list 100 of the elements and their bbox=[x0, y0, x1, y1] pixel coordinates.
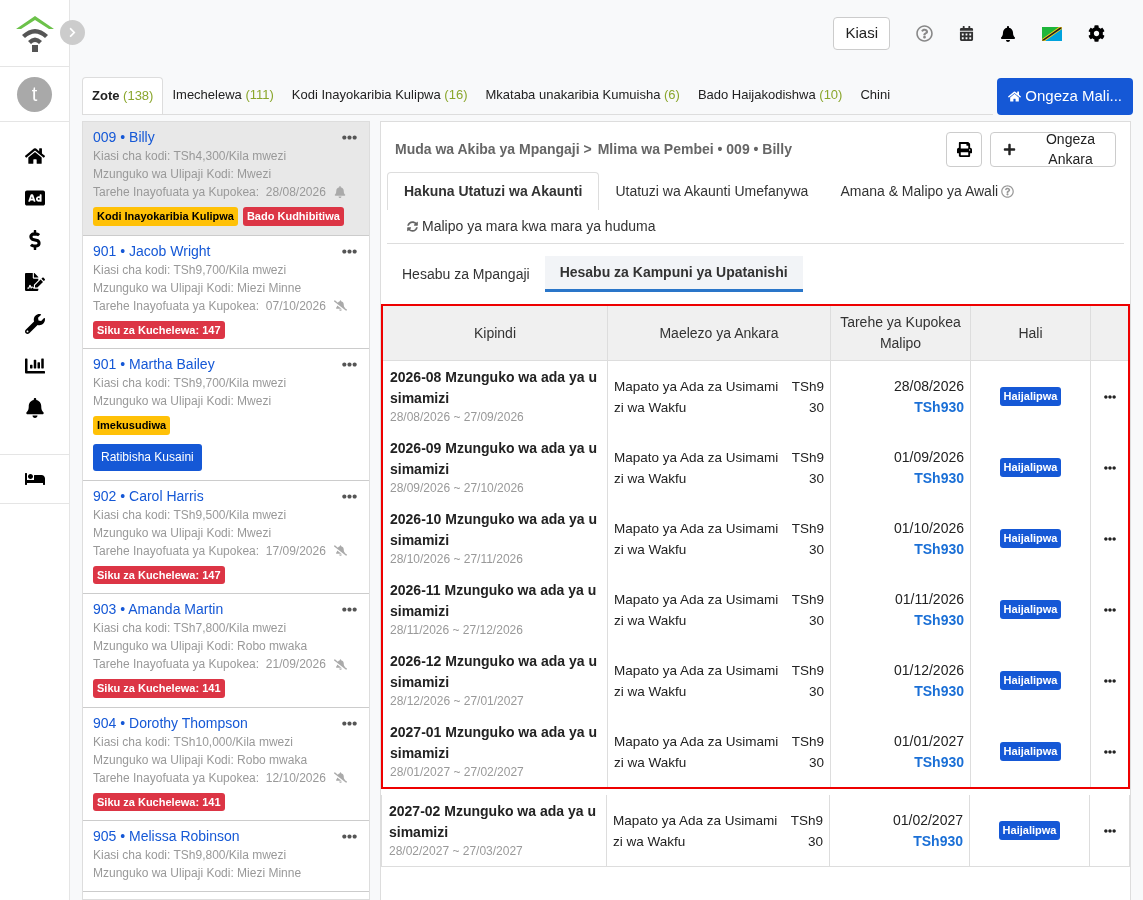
plus-icon bbox=[1003, 142, 1016, 156]
property-title[interactable]: 901 • Martha Bailey bbox=[93, 354, 359, 374]
filter-tab[interactable]: Zote (138) bbox=[82, 77, 164, 114]
logo-icon bbox=[14, 13, 56, 53]
column-header: Hali bbox=[1018, 323, 1043, 343]
balance-amount[interactable]: TSh930 bbox=[914, 467, 964, 489]
property-title[interactable]: 903 • Amanda Martin bbox=[93, 599, 359, 619]
filter-tab[interactable]: Chini bbox=[851, 77, 900, 114]
property-detail: Mzunguko wa Ulipaji Kodi: Mwezi bbox=[93, 166, 273, 183]
period-title: 2027-02 Mzunguko wa ada ya usimamizi bbox=[389, 802, 597, 842]
home-icon[interactable] bbox=[24, 146, 45, 166]
recurring-charges-link[interactable]: Malipo ya mara kwa mara ya huduma bbox=[407, 216, 656, 237]
property-detail: Kiasi cha kodi: TSh4,300/Kila mwezi bbox=[93, 148, 288, 165]
balance-amount[interactable]: TSh930 bbox=[914, 538, 964, 560]
filter-tab[interactable]: Mkataba unakaribia Kumuisha (6) bbox=[476, 77, 689, 114]
ledger-tab[interactable]: Hesabu za Mpangaji bbox=[387, 256, 545, 292]
account-tab[interactable]: Amana & Malipo ya Awali bbox=[824, 172, 1031, 210]
invoice-description: Mapato ya Ada za Usimamizi wa Wakfu bbox=[614, 377, 780, 417]
property-title[interactable]: 904 • Dorothy Thompson bbox=[93, 712, 359, 733]
breadcrumb-item[interactable]: Muda wa Akiba ya Mpangaji > bbox=[395, 138, 592, 160]
due-date: 01/11/2026 bbox=[894, 589, 964, 609]
property-detail: Mzunguko wa Ulipaji Kodi: Robo mwaka bbox=[93, 638, 309, 655]
unpaid-badge: Haijalipwa bbox=[999, 742, 1062, 761]
ad-icon[interactable] bbox=[24, 188, 45, 208]
breadcrumb-item: Mlima wa Pembei • 009 • Billy bbox=[597, 139, 792, 159]
flag-icon[interactable] bbox=[1042, 26, 1062, 41]
property-detail: Mzunguko wa Ulipaji Kodi: Mwezi bbox=[93, 524, 273, 542]
filter-tab[interactable]: Kodi Inayokaribia Kulipwa (16) bbox=[282, 77, 477, 114]
invoice-amount: TSh930 bbox=[790, 377, 824, 417]
ledger-tab[interactable]: Hesabu za Kampuni ya Upatanishi bbox=[544, 256, 803, 292]
status-badge: Kodi Inayokaribia Kulipwa bbox=[93, 207, 238, 226]
period-range: 28/02/2027 ~ 27/03/2027 bbox=[389, 843, 524, 860]
amount-button[interactable]: Kiasi bbox=[833, 17, 890, 50]
period-title: 2027-01 Mzunguko wa ada ya usimamizi bbox=[390, 723, 598, 763]
unpaid-badge: Haijalipwa bbox=[998, 821, 1061, 840]
invoice-amount: TSh930 bbox=[790, 661, 824, 701]
add-property-button[interactable]: Ongeza Mali... bbox=[997, 78, 1133, 115]
property-title[interactable]: 905 • Melissa Robinson bbox=[93, 826, 359, 846]
calendar-icon[interactable] bbox=[959, 26, 974, 41]
unpaid-badge: Haijalipwa bbox=[999, 387, 1062, 406]
chevron-right-icon bbox=[67, 27, 78, 38]
unpaid-badge: Haijalipwa bbox=[999, 458, 1062, 477]
balance-amount[interactable]: TSh930 bbox=[913, 830, 963, 852]
status-badge: Imekusudiwa bbox=[93, 416, 171, 435]
print-button[interactable] bbox=[946, 131, 982, 167]
property-title[interactable]: 009 • Billy bbox=[93, 127, 359, 147]
property-detail: Kiasi cha kodi: TSh9,700/Kila mwezi bbox=[93, 375, 288, 392]
invoice-amount: TSh930 bbox=[789, 811, 823, 851]
invoice-amount: TSh930 bbox=[790, 519, 824, 559]
bar-chart-icon[interactable] bbox=[24, 356, 45, 376]
next-date: Tarehe Inayofuata ya Kupokea: 17/09/2026 bbox=[93, 542, 326, 560]
balance-amount[interactable]: TSh930 bbox=[914, 680, 964, 702]
period-title: 2026-08 Mzunguko wa ada ya usimamizi bbox=[390, 368, 598, 408]
printer-icon bbox=[956, 141, 972, 157]
invoice-description: Mapato ya Ada za Usimamizi wa Wakfu bbox=[614, 448, 780, 488]
signed-document-icon[interactable] bbox=[24, 272, 45, 292]
due-date: 01/12/2026 bbox=[893, 660, 964, 680]
invoice-amount: TSh930 bbox=[790, 590, 824, 630]
property-detail: Kiasi cha kodi: TSh9,700/Kila mwezi bbox=[93, 261, 288, 279]
unpaid-badge: Haijalipwa bbox=[999, 529, 1062, 548]
property-detail: Kiasi cha kodi: TSh10,000/Kila mwezi bbox=[93, 733, 294, 751]
balance-amount[interactable]: TSh930 bbox=[914, 609, 964, 631]
filter-tab[interactable]: Bado Haijakodishwa (10) bbox=[688, 77, 852, 114]
wrench-icon[interactable] bbox=[24, 314, 45, 334]
filter-tab[interactable]: Imechelewa (111) bbox=[163, 77, 283, 114]
due-date: 01/01/2027 bbox=[893, 731, 964, 751]
period-range: 28/01/2027 ~ 27/02/2027 bbox=[390, 764, 525, 781]
balance-amount[interactable]: TSh930 bbox=[914, 751, 964, 773]
property-detail: Kiasi cha kodi: TSh7,800/Kila mwezi bbox=[93, 620, 288, 637]
bell-icon[interactable] bbox=[1000, 25, 1016, 42]
next-date: Tarehe Inayofuata ya Kupokea: 28/08/2026 bbox=[93, 184, 326, 201]
property-detail: Mzunguko wa Ulipaji Kodi: Miezi Minne bbox=[93, 279, 303, 297]
status-badge: Bado Kudhibitiwa bbox=[242, 207, 344, 226]
property-title[interactable]: 902 • Carol Harris bbox=[93, 485, 359, 506]
account-tab[interactable]: Utatuzi wa Akaunti Umefanywa bbox=[599, 172, 825, 210]
status-badge: Siku za Kuchelewa: 141 bbox=[93, 679, 225, 698]
add-invoice-button[interactable]: Ongeza Ankara bbox=[990, 131, 1116, 167]
account-tab[interactable]: Hakuna Utatuzi wa Akaunti bbox=[387, 172, 600, 210]
schedule-signing-button[interactable]: Ratibisha Kusaini bbox=[93, 443, 202, 471]
bell-icon[interactable] bbox=[24, 398, 45, 418]
invoice-description: Mapato ya Ada za Usimamizi wa Wakfu bbox=[614, 732, 780, 772]
property-title[interactable]: 901 • Jacob Wright bbox=[93, 240, 359, 261]
due-date: 01/02/2027 bbox=[892, 810, 963, 830]
settings-icon[interactable] bbox=[1088, 25, 1105, 42]
invoice-amount: TSh930 bbox=[790, 732, 824, 772]
next-date: Tarehe Inayofuata ya Kupokea: 12/10/2026 bbox=[93, 769, 326, 787]
period-range: 28/12/2026 ~ 27/01/2027 bbox=[390, 693, 525, 710]
property-card[interactable]: 009 • Billy Kiasi cha kodi: TSh4,300/Kila mwezi Mzunguko wa Ulipaji Kodi: Mwezi Tarehe Inayofuata ya Kupokea: 28/08/2026 Kodi Inayokaribia Kulipwa Bado Kudhibitiwa bbox=[83, 122, 369, 236]
invoice-description: Mapato ya Ada za Usimamizi wa Wakfu bbox=[614, 519, 780, 559]
help-icon[interactable] bbox=[1001, 184, 1015, 198]
period-title: 2026-09 Mzunguko wa ada ya usimamizi bbox=[390, 439, 598, 479]
due-date: 01/10/2026 bbox=[893, 518, 964, 538]
due-date: 01/09/2026 bbox=[893, 447, 964, 467]
property-detail: Kiasi cha kodi: TSh9,800/Kila mwezi bbox=[93, 847, 288, 864]
period-title: 2026-12 Mzunguko wa ada ya usimamizi bbox=[390, 652, 598, 692]
invoice-description: Mapato ya Ada za Usimamizi wa Wakfu bbox=[614, 590, 780, 630]
invoice-amount: TSh930 bbox=[790, 448, 824, 488]
help-icon[interactable] bbox=[916, 25, 933, 42]
balance-amount[interactable]: TSh930 bbox=[914, 396, 964, 418]
due-date: 28/08/2026 bbox=[893, 376, 964, 396]
